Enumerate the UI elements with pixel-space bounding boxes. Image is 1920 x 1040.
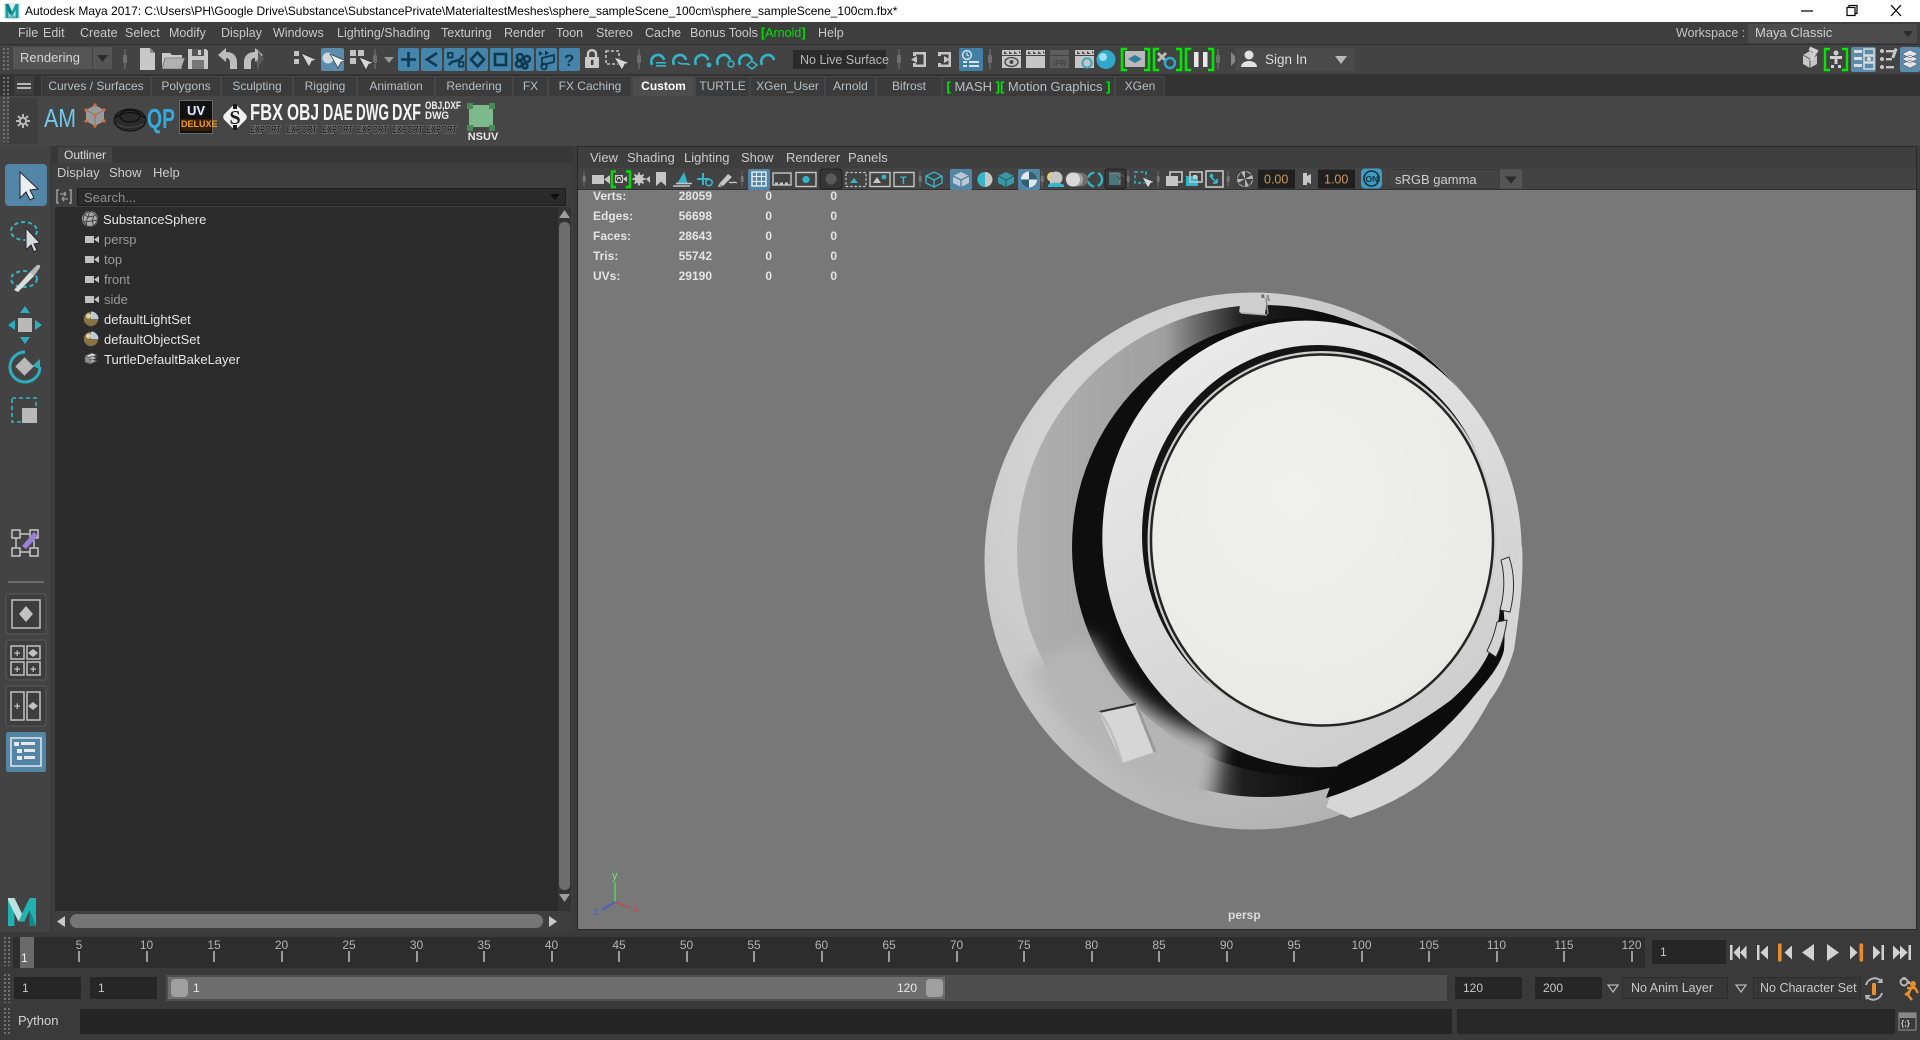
svg-text:EXPORT: EXPORT — [250, 124, 281, 136]
svg-text:EXPORT: EXPORT — [426, 124, 457, 136]
svg-text:DWG: DWG — [425, 110, 449, 122]
svg-text:y: y — [612, 870, 618, 882]
svg-text:EXPORT: EXPORT — [357, 124, 388, 136]
svg-text:DWG: DWG — [356, 99, 389, 125]
svg-text:x: x — [633, 903, 639, 915]
svg-text:MAYA: MAYA — [8, 15, 16, 19]
svg-text:FBX: FBX — [250, 99, 283, 125]
svg-text:{;}: {;} — [1901, 1019, 1910, 1028]
svg-text:DXF: DXF — [392, 99, 421, 125]
svg-text:AM: AM — [44, 103, 76, 133]
svg-text:EXPORT: EXPORT — [322, 124, 353, 136]
svg-text:+: + — [14, 664, 20, 676]
svg-text:QP: QP — [147, 103, 175, 134]
svg-text:OBJ: OBJ — [287, 99, 319, 125]
svg-text:IPR: IPR — [1053, 59, 1067, 68]
svg-text:ON: ON — [1366, 174, 1379, 184]
svg-text:z: z — [593, 906, 599, 918]
svg-text:1.00: 1.00 — [1324, 173, 1348, 187]
svg-text:+: + — [30, 664, 36, 676]
svg-text:+: + — [14, 648, 20, 660]
svg-text:T: T — [900, 175, 907, 187]
svg-text:Sign In: Sign In — [1265, 52, 1307, 67]
svg-text:sRGB gamma: sRGB gamma — [1395, 172, 1477, 187]
svg-text:0.00: 0.00 — [1264, 173, 1288, 187]
svg-text:EXPORT: EXPORT — [286, 124, 317, 136]
svg-text:EXPORT: EXPORT — [392, 124, 423, 136]
svg-text:?: ? — [564, 51, 574, 70]
svg-text:No Live Surface: No Live Surface — [800, 53, 889, 67]
svg-text:DAE: DAE — [323, 99, 353, 125]
svg-text:+: + — [14, 701, 20, 713]
